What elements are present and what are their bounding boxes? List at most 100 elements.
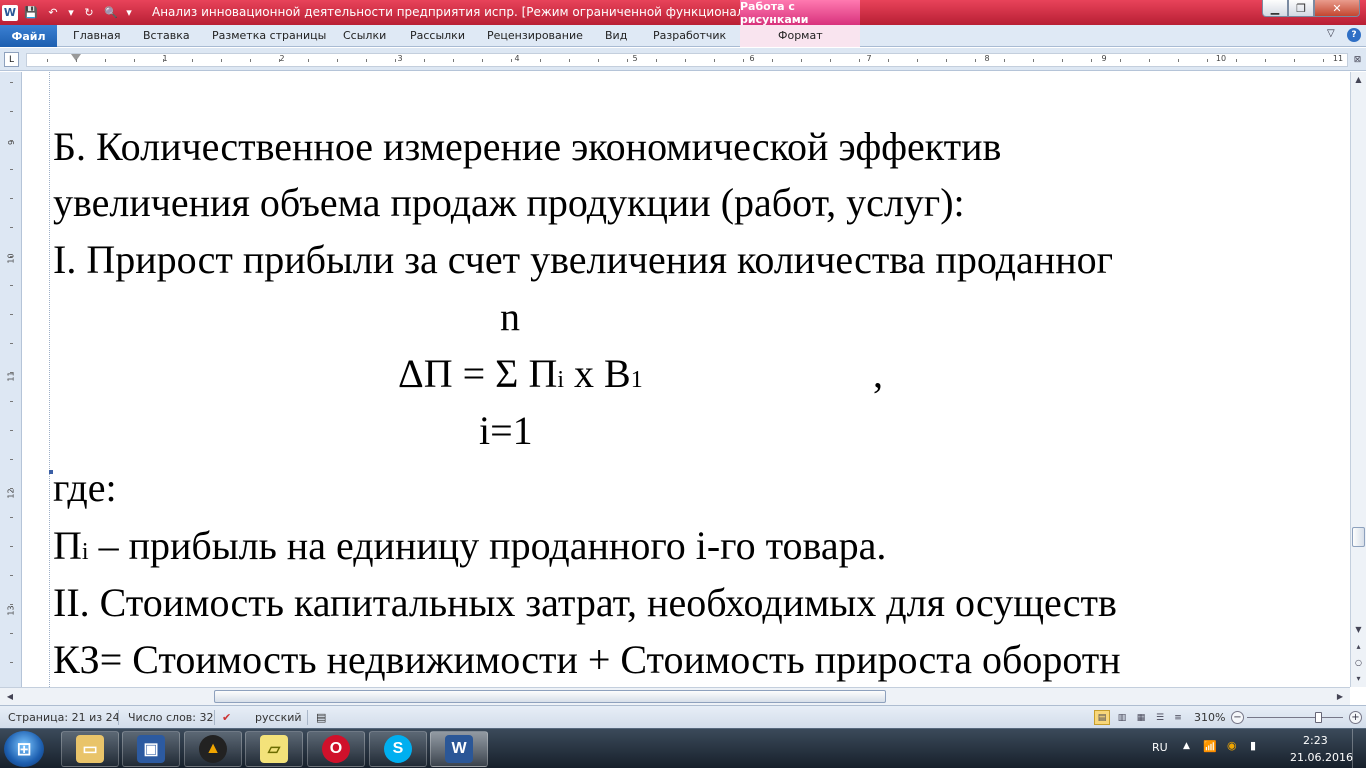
scroll-right-icon[interactable]: ▶ [1332,689,1348,704]
spelling-check-icon[interactable]: ✔ [222,711,231,724]
macro-record-icon[interactable]: ▤ [316,711,326,724]
taskbar-opera[interactable]: O [307,731,365,767]
zoom-out-icon[interactable]: − [1231,711,1244,724]
horizontal-scrollbar[interactable]: ◀ ▶ [0,687,1350,705]
show-desktop-button[interactable] [1352,729,1366,768]
next-page-icon[interactable]: ▾ [1352,672,1365,685]
horizontal-ruler[interactable]: 1 2 3 4 5 6 7 8 9 10 11 [26,53,1348,67]
ruler-tick [192,59,193,62]
tab-mailings[interactable]: Рассылки [410,29,465,42]
print-layout-view-icon[interactable]: ▤ [1094,710,1110,725]
taskbar-sticky-notes[interactable]: ▱ [245,731,303,767]
title-bar: W 💾 ↶ ▾ ↻ 🔍 ▾ Анализ инновационной деяте… [0,0,1366,26]
taskbar-aimp[interactable]: ▲ [184,731,242,767]
horizontal-scroll-thumb[interactable] [214,690,886,703]
formula-lower-limit[interactable]: i=1 [479,408,533,454]
tab-selector-button[interactable]: L [4,52,19,67]
vertical-scroll-thumb[interactable] [1352,527,1365,547]
redo-icon[interactable]: ↻ [80,4,98,22]
ruler-tick [714,59,715,62]
ruler-tick [10,662,13,663]
scroll-down-icon[interactable]: ▼ [1351,622,1366,637]
undo-icon[interactable]: ↶ [44,4,62,22]
status-divider [118,710,119,725]
paragraph-line[interactable]: Пi – прибыль на единицу проданного i-го … [53,523,886,575]
print-preview-icon[interactable]: 🔍 [102,4,120,22]
web-layout-icon[interactable]: ▦ [1133,710,1149,725]
ruler-number: 2 [279,54,285,63]
select-browse-object-icon[interactable]: ○ [1352,656,1365,669]
help-icon[interactable]: ? [1347,28,1361,42]
language-indicator[interactable]: русский [255,711,302,724]
tab-file[interactable]: Файл [0,25,57,47]
vertical-scrollbar[interactable]: ▲ ▼ ▴ ○ ▾ [1350,72,1366,687]
taskbar-explorer[interactable]: ▭ [61,731,119,767]
tab-page-layout[interactable]: Разметка страницы [212,29,326,42]
draft-view-icon[interactable]: ≡ [1170,710,1186,725]
paragraph-line[interactable]: Б. Количественное измерение экономическо… [53,124,1001,170]
clock-time[interactable]: 2:23 [1303,734,1328,747]
paragraph-line[interactable]: увеличения объема продаж продукции (рабо… [53,180,965,226]
formula-comma[interactable]: , [873,351,883,397]
paragraph-line[interactable]: I. Прирост прибыли за счет увеличения ко… [53,237,1113,283]
taskbar-word[interactable]: W [430,731,488,767]
taskbar-skype[interactable]: S [369,731,427,767]
view-ruler-icon[interactable]: ⊠ [1351,52,1364,67]
formula-main[interactable]: ΔП = Σ Пi х В1 [398,351,643,403]
customize-qat-icon[interactable]: ▾ [124,4,134,22]
ruler-number: 3 [397,54,403,63]
vertical-ruler[interactable]: 9 10 11 12 13 [0,72,22,687]
keyboard-language[interactable]: RU [1152,741,1168,754]
zoom-slider-thumb[interactable] [1315,712,1322,723]
ruler-tick [250,59,251,62]
paragraph-line[interactable]: где: [53,465,117,511]
page-counter[interactable]: Страница: 21 из 24 [8,711,120,724]
ruler-bar: L 1 2 3 4 5 6 7 8 9 10 11 ⊠ [0,48,1366,71]
outline-view-icon[interactable]: ☰ [1152,710,1168,725]
taskbar-save-disk[interactable]: ▣ [122,731,180,767]
tab-review[interactable]: Рецензирование [487,29,583,42]
ruler-tick [308,59,309,62]
minimize-button[interactable]: ▁ [1262,0,1288,17]
ruler-tick [10,111,13,112]
tab-developer[interactable]: Разработчик [653,29,726,42]
formula-upper-limit[interactable]: n [500,294,520,340]
paragraph-line[interactable]: II. Стоимость капитальных затрат, необхо… [53,580,1117,626]
tab-insert[interactable]: Вставка [143,29,190,42]
start-button[interactable]: ⊞ [4,731,44,767]
full-screen-reading-icon[interactable]: ▥ [1114,710,1130,725]
ruler-tick [540,59,541,62]
close-button[interactable]: ✕ [1314,0,1360,17]
zoom-level[interactable]: 310% [1194,711,1225,724]
maximize-button[interactable]: ❐ [1288,0,1314,17]
zoom-slider[interactable] [1247,717,1343,718]
clock-date[interactable]: 21.06.2016 [1290,751,1353,764]
scroll-left-icon[interactable]: ◀ [2,689,18,704]
status-bar: Страница: 21 из 24 Число слов: 32 ✔ русс… [0,705,1366,728]
ruler-number: 9 [1101,54,1107,63]
ruler-tick [163,59,164,62]
ruler-tick [10,82,13,83]
tab-references[interactable]: Ссылки [343,29,386,42]
minimize-ribbon-icon[interactable]: ▽ [1327,28,1335,39]
undo-dropdown-icon[interactable]: ▾ [66,4,76,22]
paragraph-line[interactable]: КЗ= Стоимость недвижимости + Стоимость п… [53,637,1121,683]
previous-page-icon[interactable]: ▴ [1352,640,1365,653]
tab-view[interactable]: Вид [605,29,627,42]
ruler-tick [279,59,280,62]
document-canvas[interactable]: Б. Количественное измерение экономическо… [23,72,1350,687]
network-signal-icon[interactable]: 📶 [1203,740,1217,753]
word-icon[interactable]: W [2,4,18,21]
scroll-up-icon[interactable]: ▲ [1351,72,1366,87]
tab-format[interactable]: Формат [778,29,823,42]
zoom-in-icon[interactable]: + [1349,711,1362,724]
tray-app-icon[interactable]: ◉ [1227,739,1237,752]
save-icon[interactable]: 💾 [22,4,40,22]
tab-home[interactable]: Главная [73,29,121,42]
battery-icon[interactable]: ▮ [1250,739,1256,752]
opera-icon: O [322,735,350,763]
ruler-tick [598,59,599,62]
ruler-tick [656,59,657,62]
word-count[interactable]: Число слов: 32 [128,711,214,724]
show-hidden-icons-icon[interactable]: ▲ [1183,741,1190,751]
